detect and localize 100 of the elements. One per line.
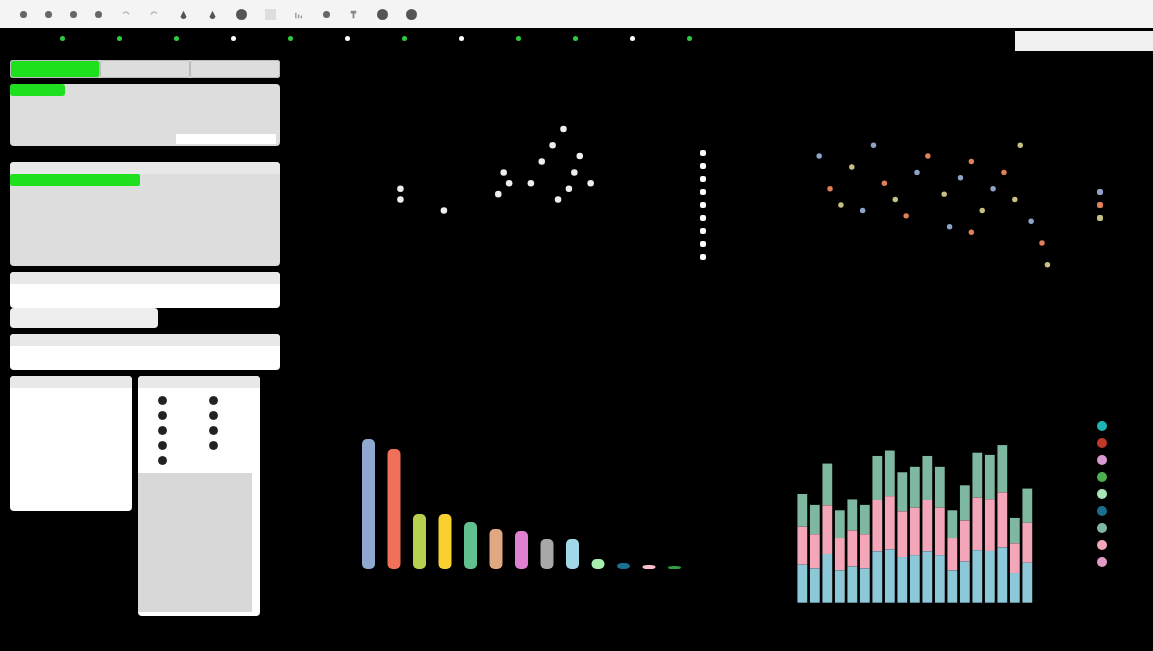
data-point (1027, 218, 1034, 224)
data-point (859, 207, 865, 213)
bar-segment (896, 511, 907, 558)
bar-segment (921, 551, 932, 603)
data-point (946, 223, 952, 230)
bar-segment (971, 550, 982, 603)
drop-icon[interactable] (178, 8, 189, 20)
drop-icon[interactable] (207, 8, 218, 20)
data-point (826, 185, 833, 192)
bar-segment (996, 547, 1007, 603)
data-point (500, 168, 507, 176)
bar (540, 539, 554, 570)
data-point (957, 174, 963, 181)
dot-icon[interactable] (20, 10, 27, 18)
dot-icon[interactable] (45, 10, 52, 18)
data-point (870, 142, 876, 148)
data-point (576, 152, 584, 160)
data-point (397, 196, 404, 203)
data-point (571, 168, 578, 176)
dot-icon[interactable] (70, 10, 77, 18)
bar-segment (984, 455, 995, 500)
data-point (1000, 169, 1007, 175)
data-point (968, 158, 974, 164)
radio-button[interactable] (158, 411, 167, 420)
bar-segment (1009, 573, 1020, 603)
circle-icon[interactable] (377, 8, 388, 20)
data-point (527, 179, 535, 187)
data-point (549, 141, 556, 149)
data-point (1038, 240, 1045, 246)
bar-segment (921, 456, 932, 501)
data-point (989, 185, 996, 192)
bar-segment (909, 555, 920, 603)
bar (617, 563, 630, 570)
bar-segment (871, 456, 882, 501)
bar-segment (996, 492, 1007, 548)
bar-segment (1021, 563, 1032, 603)
data-point (892, 196, 898, 203)
bar-segment (1009, 543, 1020, 574)
data-point (979, 207, 985, 213)
dot-icon[interactable] (95, 10, 102, 18)
bar-segment (896, 557, 907, 603)
bar (515, 531, 528, 570)
bar-segment (909, 467, 920, 508)
radio-button[interactable] (158, 396, 167, 405)
data-point (560, 125, 567, 132)
bar (668, 566, 681, 570)
data-point (565, 185, 573, 192)
data-point (815, 153, 822, 159)
bar-segment (921, 500, 932, 552)
bar-segment (884, 450, 895, 497)
radio-button[interactable] (158, 426, 167, 435)
bar (464, 522, 477, 570)
bar-segment (934, 467, 945, 508)
bar-segment (846, 566, 857, 603)
data-point (837, 202, 844, 208)
data-point (495, 190, 502, 198)
data-point (1017, 142, 1023, 148)
data-point (1011, 196, 1018, 203)
data-point (1044, 261, 1050, 268)
radio-button[interactable] (209, 411, 218, 420)
data-point (924, 153, 931, 159)
data-point (968, 229, 974, 235)
data-point (587, 179, 594, 187)
bar-segment (971, 452, 982, 498)
bar-segment (821, 554, 832, 603)
bar (566, 539, 579, 570)
data-point (902, 212, 909, 219)
radio-button[interactable] (209, 426, 218, 435)
dot-icon[interactable] (323, 10, 330, 18)
bar (642, 565, 656, 570)
circle-icon[interactable] (236, 8, 247, 20)
radio-button[interactable] (158, 456, 167, 465)
bar-segment (809, 534, 820, 569)
data-point (881, 180, 887, 186)
data-point (848, 164, 854, 170)
bar-segment (984, 551, 995, 603)
bar-segment (1021, 488, 1032, 524)
bar-segment (834, 510, 845, 539)
bar (489, 529, 503, 570)
radio-button[interactable] (209, 396, 218, 405)
circle-icon[interactable] (406, 8, 417, 20)
bar-segment (796, 526, 807, 565)
bar-segment (796, 564, 807, 603)
bar-segment (984, 499, 995, 552)
bar-segment (796, 494, 807, 527)
radio-button[interactable] (209, 441, 218, 450)
data-point (940, 191, 947, 197)
data-point (397, 185, 404, 192)
bar-segment (959, 561, 970, 603)
bar (438, 514, 452, 570)
bar-segment (896, 472, 907, 512)
bar-segment (809, 568, 820, 603)
bar-segment (996, 445, 1007, 493)
bar-segment (884, 496, 895, 550)
bar-segment (909, 507, 920, 556)
pin-icon[interactable] (348, 8, 359, 20)
input-field[interactable] (176, 134, 276, 144)
bar-segment (846, 530, 857, 567)
radio-button[interactable] (158, 441, 167, 450)
bar (591, 559, 605, 570)
